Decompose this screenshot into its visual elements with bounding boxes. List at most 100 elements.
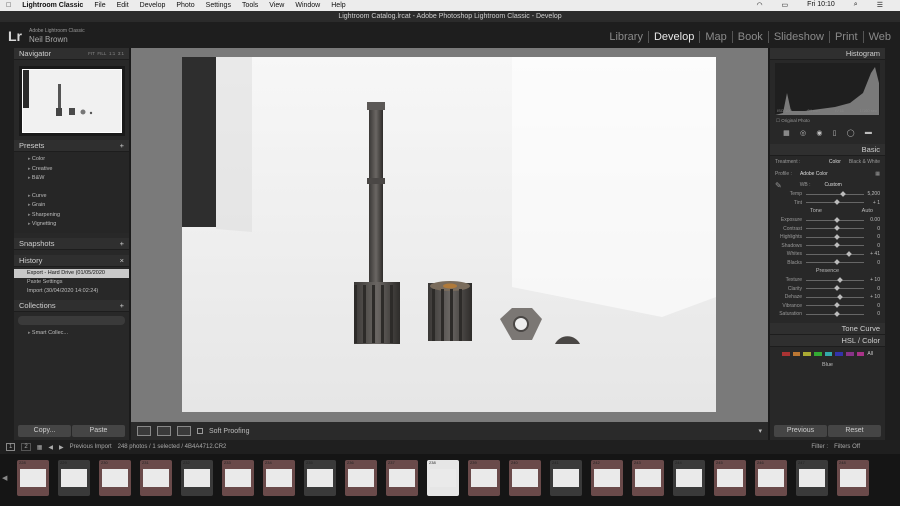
module-library[interactable]: Library xyxy=(604,31,649,43)
filmstrip-thumbnail[interactable]: 247 xyxy=(796,460,828,496)
slider-track[interactable] xyxy=(806,259,864,266)
wifi-icon[interactable]: ◠ xyxy=(756,1,762,9)
module-slideshow[interactable]: Slideshow xyxy=(769,31,830,43)
slider-track[interactable] xyxy=(806,190,864,197)
wb-eyedropper-icon[interactable]: ✎ xyxy=(775,181,782,190)
filmstrip-thumbnail[interactable]: 245 xyxy=(714,460,746,496)
slider-exposure[interactable]: Exposure 0.00 xyxy=(770,216,885,225)
histogram[interactable]: ISO 100 84 mm f / 11 1/160 sec xyxy=(775,63,880,115)
slider-track[interactable] xyxy=(806,250,864,257)
menu-view[interactable]: View xyxy=(269,2,284,9)
brush-icon[interactable]: ▬ xyxy=(865,129,872,139)
filters-off-select[interactable]: Filters Off xyxy=(834,444,860,450)
slider-track[interactable] xyxy=(806,310,864,317)
auto-tone-button[interactable]: Auto xyxy=(862,207,873,216)
hsl-all[interactable]: All xyxy=(867,351,873,357)
left-edge-toggle[interactable] xyxy=(0,48,14,440)
module-develop[interactable]: Develop xyxy=(649,31,701,43)
filmstrip-thumbnail[interactable]: 246 xyxy=(755,460,787,496)
history-item[interactable]: Paste Settings xyxy=(14,278,129,287)
before-after-split-icon[interactable] xyxy=(177,426,191,436)
right-edge-toggle[interactable] xyxy=(885,48,900,440)
slider-track[interactable] xyxy=(806,199,864,206)
menu-window[interactable]: Window xyxy=(295,2,320,9)
soft-proofing-checkbox[interactable] xyxy=(197,428,203,434)
slider-knob[interactable] xyxy=(845,250,852,257)
preset-group-sharpening[interactable]: Sharpening xyxy=(14,211,129,221)
swatch-red[interactable] xyxy=(782,351,790,356)
smart-collections-item[interactable]: Smart Collec... xyxy=(14,329,129,339)
slider-track[interactable] xyxy=(806,233,864,240)
add-snapshot-icon[interactable]: + xyxy=(120,239,124,248)
slider-knob[interactable] xyxy=(837,293,843,300)
wb-select[interactable]: Custom xyxy=(825,182,842,188)
clock[interactable]: Fri 10:10 xyxy=(807,1,835,9)
slider-knob[interactable] xyxy=(834,285,840,292)
navigator-preview[interactable] xyxy=(18,66,125,136)
filmstrip[interactable]: ◀ 228 229 230 231 232 233 234 235 236 237 238 239 24… xyxy=(0,454,900,506)
grid-icon[interactable]: ▦ xyxy=(37,444,43,451)
slider-track[interactable] xyxy=(806,285,864,292)
history-header[interactable]: History × xyxy=(14,254,129,267)
slider-track[interactable] xyxy=(806,242,864,249)
slider-track[interactable] xyxy=(806,225,864,232)
original-photo-toggle[interactable]: ☐ Original Photo xyxy=(770,118,885,124)
slider-track[interactable] xyxy=(806,293,864,300)
filmstrip-thumbnail[interactable]: 229 xyxy=(58,460,90,496)
reset-button[interactable]: Reset xyxy=(828,425,881,437)
filmstrip-thumbnail[interactable]: 239 xyxy=(468,460,500,496)
menu-edit[interactable]: Edit xyxy=(117,2,129,9)
back-arrow-icon[interactable]: ◀ xyxy=(48,444,53,451)
treatment-bw[interactable]: Black & White xyxy=(849,159,880,165)
filmstrip-left-icon[interactable]: ◀ xyxy=(2,474,7,482)
slider-saturation[interactable]: Saturation 0 xyxy=(770,310,885,319)
copy-button[interactable]: Copy... xyxy=(18,425,71,437)
filmstrip-thumbnail[interactable]: 233 xyxy=(222,460,254,496)
filmstrip-thumbnail[interactable]: 231 xyxy=(140,460,172,496)
graduated-filter-icon[interactable]: ▯ xyxy=(833,129,837,139)
navigator-header[interactable]: Navigator FIT FILL 1:1 3:1 xyxy=(14,48,129,60)
slider-contrast[interactable]: Contrast 0 xyxy=(770,225,885,234)
filmstrip-thumbnail[interactable]: 241 xyxy=(550,460,582,496)
slider-tint[interactable]: Tint + 1 xyxy=(770,199,885,208)
radial-filter-icon[interactable]: ◯ xyxy=(847,129,855,139)
module-print[interactable]: Print xyxy=(830,31,864,43)
slider-knob[interactable] xyxy=(834,216,840,223)
menu-tools[interactable]: Tools xyxy=(242,2,258,9)
slider-clarity[interactable]: Clarity 0 xyxy=(770,285,885,294)
paste-button[interactable]: Paste xyxy=(72,425,125,437)
profile-browser-icon[interactable]: ▦ xyxy=(875,171,880,177)
basic-header[interactable]: Basic xyxy=(770,144,885,156)
filmstrip-thumbnail[interactable]: 244 xyxy=(673,460,705,496)
module-map[interactable]: Map xyxy=(700,31,733,43)
swatch-purple[interactable] xyxy=(846,351,854,356)
collections-filter-field[interactable] xyxy=(18,315,125,325)
preset-group-vignetting[interactable]: Vignetting xyxy=(14,220,129,230)
forward-arrow-icon[interactable]: ▶ xyxy=(59,444,64,451)
preset-group-color[interactable]: Color xyxy=(14,155,129,165)
menu-help[interactable]: Help xyxy=(331,2,345,9)
search-icon[interactable]: ⌕ xyxy=(854,1,858,9)
profile-select[interactable]: Adobe Color xyxy=(800,171,828,177)
filmstrip-thumbnail[interactable]: 230 xyxy=(99,460,131,496)
filmstrip-thumbnail[interactable]: 234 xyxy=(263,460,295,496)
swatch-green[interactable] xyxy=(814,351,822,356)
filmstrip-thumbnail[interactable]: 236 xyxy=(345,460,377,496)
menu-settings[interactable]: Settings xyxy=(206,2,231,9)
source-label[interactable]: Previous Import xyxy=(70,444,112,450)
history-item[interactable]: Import (30/04/2020 14:02:24) xyxy=(14,287,129,296)
battery-icon[interactable]: ▭ xyxy=(782,1,789,9)
slider-texture[interactable]: Texture + 10 xyxy=(770,276,885,285)
module-web[interactable]: Web xyxy=(864,31,896,43)
slider-dehaze[interactable]: Dehaze + 10 xyxy=(770,293,885,302)
list-icon[interactable]: ☰ xyxy=(877,1,883,9)
filmstrip-thumbnail[interactable]: 228 xyxy=(17,460,49,496)
slider-track[interactable] xyxy=(806,302,864,309)
slider-knob[interactable] xyxy=(834,242,840,249)
crop-icon[interactable]: ▦ xyxy=(783,129,790,139)
before-after-icon[interactable] xyxy=(157,426,171,436)
preset-group-creative[interactable]: Creative xyxy=(14,165,129,175)
histogram-header[interactable]: Histogram xyxy=(770,48,885,60)
filmstrip-thumbnail[interactable]: 248 xyxy=(837,460,869,496)
preset-group-grain[interactable]: Grain xyxy=(14,201,129,211)
